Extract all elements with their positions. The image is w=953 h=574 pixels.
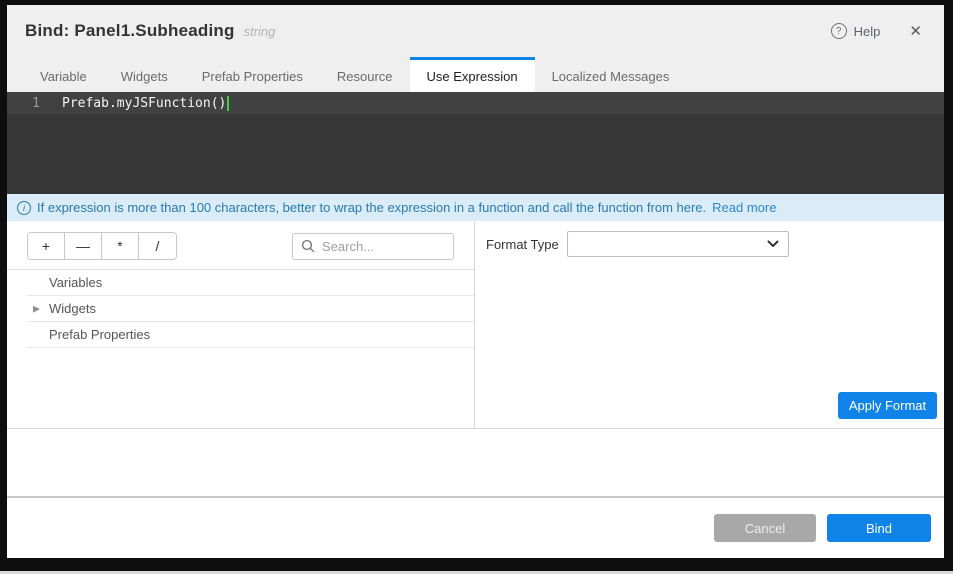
plus-operator-button[interactable]: + xyxy=(28,233,65,259)
property-type-label: string xyxy=(244,24,276,39)
text-cursor xyxy=(227,96,229,111)
operator-button-group: + — * / xyxy=(27,232,177,260)
line-number: 1 xyxy=(7,96,52,111)
format-type-select[interactable] xyxy=(567,231,789,257)
apply-format-button[interactable]: Apply Format xyxy=(838,392,937,419)
read-more-link[interactable]: Read more xyxy=(712,200,776,215)
binding-sources-panel: + — * / Variables ▶ Widge xyxy=(7,221,475,428)
empty-area xyxy=(7,429,944,496)
info-icon: i xyxy=(17,201,31,215)
info-bar: i If expression is more than 100 charact… xyxy=(7,194,944,221)
format-type-label: Format Type xyxy=(486,237,567,252)
minus-operator-button[interactable]: — xyxy=(65,233,102,259)
search-icon xyxy=(301,239,315,253)
format-type-row: Format Type xyxy=(486,231,944,257)
dialog-tabbar: Variable Widgets Prefab Properties Resou… xyxy=(7,57,944,92)
question-circle-icon: ? xyxy=(831,23,847,39)
tab-widgets[interactable]: Widgets xyxy=(104,57,185,92)
tree-item-label: Variables xyxy=(49,275,102,290)
expression-code-editor[interactable]: 1 Prefab.myJSFunction() xyxy=(7,92,944,194)
search-box xyxy=(292,233,454,260)
tree-item-label: Prefab Properties xyxy=(49,327,150,342)
dialog-header: Bind: Panel1.Subheading string ? Help ✕ xyxy=(7,5,944,57)
bind-dialog: Bind: Panel1.Subheading string ? Help ✕ … xyxy=(7,5,944,558)
tree-item-variables[interactable]: Variables xyxy=(27,270,474,296)
dialog-title: Bind: Panel1.Subheading xyxy=(25,21,235,41)
tree-item-label: Widgets xyxy=(49,301,96,316)
tab-prefab-properties[interactable]: Prefab Properties xyxy=(185,57,320,92)
expression-code: Prefab.myJSFunction() xyxy=(62,96,226,111)
tree-item-prefab-properties[interactable]: Prefab Properties xyxy=(27,322,474,348)
header-actions: ? Help ✕ xyxy=(831,23,922,39)
multiply-operator-button[interactable]: * xyxy=(102,233,139,259)
chevron-down-icon xyxy=(767,240,779,248)
bind-button[interactable]: Bind xyxy=(827,514,931,542)
divide-operator-button[interactable]: / xyxy=(139,233,176,259)
expand-arrow-icon[interactable]: ▶ xyxy=(33,303,40,314)
format-panel: Format Type Apply Format xyxy=(475,221,944,428)
tree-item-widgets[interactable]: ▶ Widgets xyxy=(27,296,474,322)
tab-use-expression[interactable]: Use Expression xyxy=(410,57,535,92)
tab-variable[interactable]: Variable xyxy=(23,57,104,92)
tab-localized-messages[interactable]: Localized Messages xyxy=(535,57,687,92)
help-label: Help xyxy=(854,24,881,39)
editor-active-line[interactable]: 1 Prefab.myJSFunction() xyxy=(7,92,944,114)
cancel-button[interactable]: Cancel xyxy=(714,514,816,542)
search-input[interactable] xyxy=(322,239,445,254)
operators-and-search-row: + — * / xyxy=(27,232,454,260)
dialog-footer: Cancel Bind xyxy=(7,498,944,558)
dialog-content: + — * / Variables ▶ Widge xyxy=(7,221,944,429)
help-button[interactable]: ? Help xyxy=(831,23,881,39)
info-text: If expression is more than 100 character… xyxy=(37,200,706,215)
tab-resource[interactable]: Resource xyxy=(320,57,410,92)
close-icon[interactable]: ✕ xyxy=(909,24,922,39)
